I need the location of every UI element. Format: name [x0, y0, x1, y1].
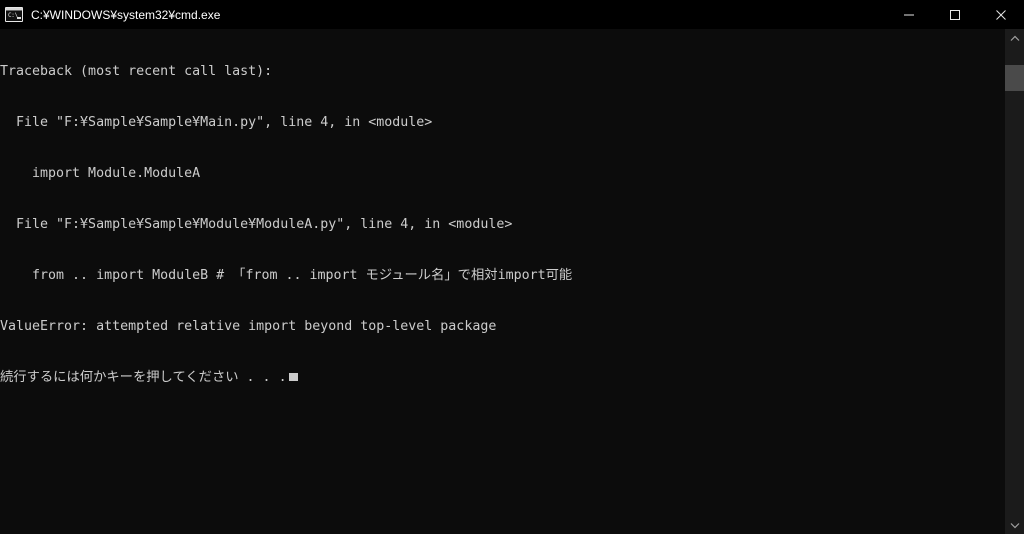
- chevron-up-icon: [1010, 35, 1019, 41]
- cmd-icon-cursor: [17, 17, 21, 19]
- console-line: from .. import ModuleB # 「from .. import…: [0, 268, 573, 283]
- scrollbar-thumb[interactable]: [1005, 65, 1024, 91]
- scrollbar-track[interactable]: [1005, 47, 1024, 516]
- window-controls: [886, 0, 1024, 29]
- console-area[interactable]: Traceback (most recent call last): File …: [0, 29, 1024, 534]
- console-prompt-line: 続行するには何かキーを押してください . . .: [0, 369, 1004, 386]
- cmd-window: C:\ C:¥WINDOWS¥system32¥cmd.exe Tracebac…: [0, 0, 1024, 534]
- close-icon: [996, 9, 1006, 20]
- close-button[interactable]: [978, 0, 1024, 29]
- scroll-down-button[interactable]: [1005, 516, 1024, 534]
- console-line: Traceback (most recent call last):: [0, 64, 273, 79]
- maximize-icon: [950, 9, 960, 20]
- titlebar[interactable]: C:\ C:¥WINDOWS¥system32¥cmd.exe: [0, 0, 1024, 29]
- cmd-console-icon: C:\: [5, 7, 23, 22]
- console-line: File "F:¥Sample¥Sample¥Main.py", line 4,…: [0, 115, 433, 130]
- block-cursor: [288, 373, 298, 381]
- console-line: File "F:¥Sample¥Sample¥Module¥ModuleA.py…: [0, 217, 513, 232]
- vertical-scrollbar[interactable]: [1004, 29, 1024, 534]
- window-title: C:¥WINDOWS¥system32¥cmd.exe: [31, 7, 221, 22]
- minimize-button[interactable]: [886, 0, 932, 29]
- console-line: import Module.ModuleA: [0, 166, 201, 181]
- press-any-key-text: 続行するには何かキーを押してください . . .: [0, 370, 287, 385]
- maximize-button[interactable]: [932, 0, 978, 29]
- minimize-icon: [904, 14, 914, 15]
- console-output[interactable]: Traceback (most recent call last): File …: [0, 29, 1004, 534]
- titlebar-left: C:\ C:¥WINDOWS¥system32¥cmd.exe: [0, 7, 886, 23]
- chevron-down-icon: [1010, 522, 1019, 528]
- scroll-up-button[interactable]: [1005, 29, 1024, 47]
- console-line: ValueError: attempted relative import be…: [0, 319, 497, 334]
